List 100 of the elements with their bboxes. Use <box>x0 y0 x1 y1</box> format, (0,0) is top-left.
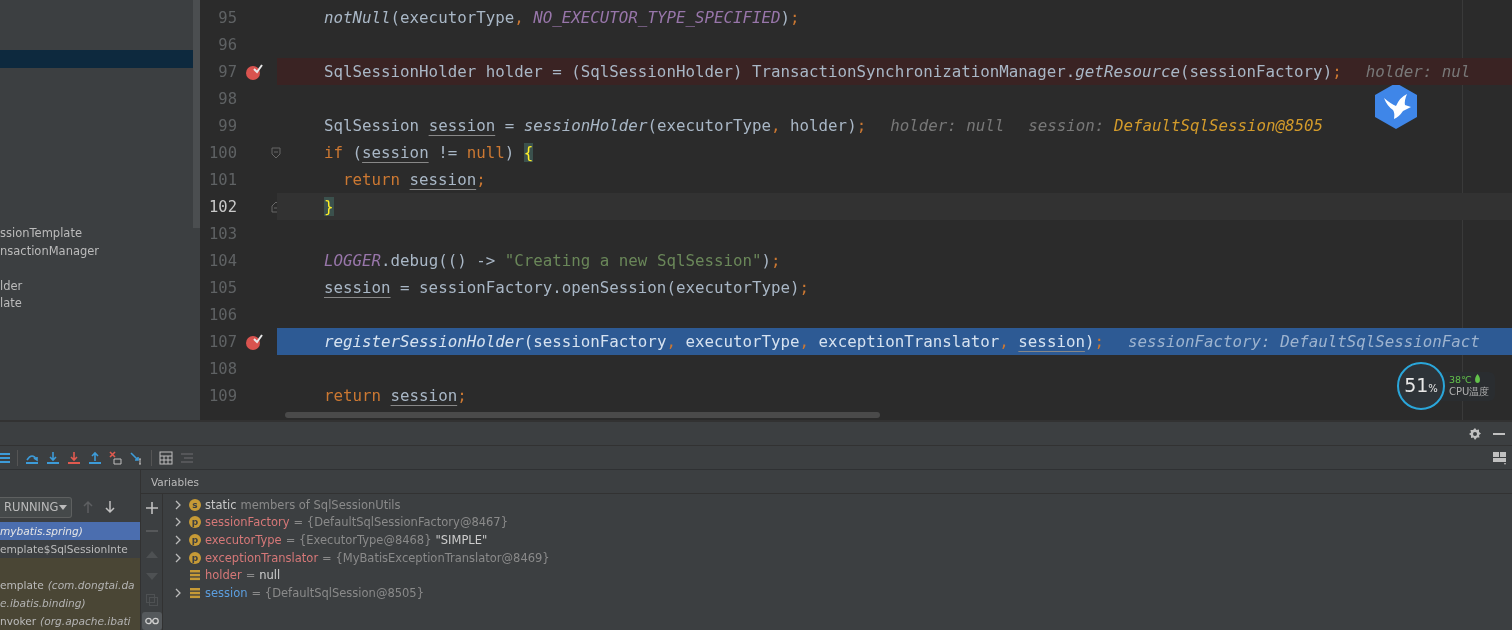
calculator-icon[interactable] <box>159 450 173 465</box>
keyword: return <box>324 386 383 405</box>
method-call: registerSessionHolder <box>324 332 524 351</box>
variable-name: session <box>205 585 248 600</box>
keyword: null <box>466 143 505 162</box>
field-icon: p <box>189 534 201 546</box>
down-arrow-icon[interactable] <box>104 500 116 514</box>
line-number: 96 <box>218 35 237 54</box>
inlay-hint: holder: null <box>890 116 1005 135</box>
punctuation: , <box>771 116 782 135</box>
variable-value: null <box>259 568 281 583</box>
line-number: 106 <box>209 305 237 324</box>
punctuation: ; <box>771 251 781 270</box>
stack-frame[interactable]: emplate (com.dongtai.da <box>0 576 140 594</box>
caret-icon <box>59 504 67 510</box>
cpu-widget[interactable]: 51% 38℃ CPU温度 <box>1397 362 1496 410</box>
scrollbar[interactable] <box>285 412 880 418</box>
stack-frame[interactable]: e.ibatis.binding) <box>0 594 140 612</box>
bird-app-icon[interactable] <box>1373 82 1419 130</box>
tree-item[interactable]: nsactionManager <box>0 242 193 260</box>
step-into-icon[interactable] <box>46 450 60 465</box>
inlay-value: DefaultSqlSessionFact <box>1280 332 1480 351</box>
string-literal: "Creating a new SqlSession" <box>504 251 762 270</box>
list-icon <box>180 450 194 465</box>
code-text: (executorType <box>390 8 515 27</box>
run-to-cursor-icon[interactable] <box>130 450 144 465</box>
code-text: ) <box>1084 332 1095 351</box>
punctuation: , <box>999 332 1010 351</box>
variable-name: holder <box>205 568 242 583</box>
inlay-hint: holder: nul <box>1365 62 1471 81</box>
code-text: ) <box>780 8 791 27</box>
line-number: 98 <box>218 89 237 108</box>
variable-value: = {DefaultSqlSession@8505} <box>251 585 424 600</box>
panel-title: Variables <box>151 475 199 488</box>
variable-value: "SIMPLE" <box>435 533 488 547</box>
punctuation: ; <box>856 116 867 135</box>
layout-icon[interactable] <box>1492 450 1508 465</box>
variable-value: = {MyBatisExceptionTranslator@8469} <box>322 550 550 565</box>
brace: { <box>523 143 534 162</box>
line-number: 100 <box>209 143 237 162</box>
line-number: 107 <box>209 332 237 351</box>
line-number: 97 <box>218 62 237 81</box>
field-icon: p <box>189 516 201 529</box>
scrollbar[interactable] <box>193 0 200 228</box>
selected-frame[interactable]: mybatis.spring) <box>0 522 140 540</box>
code-text: = <box>503 116 516 135</box>
code-text: holder) <box>790 116 857 135</box>
variable: session <box>428 116 496 135</box>
settings-icon[interactable] <box>1468 426 1482 441</box>
tree-item[interactable]: lder <box>0 277 193 295</box>
thread-dropdown[interactable]: RUNNING <box>0 496 72 518</box>
code-text: executorType <box>685 332 800 351</box>
inlay-value: DefaultSqlSession@8505 <box>1113 116 1324 135</box>
inlay-hint: session: <box>1028 116 1105 135</box>
method-call: sessionHolder <box>523 116 648 135</box>
tree-item[interactable]: late <box>0 295 193 313</box>
variable-value: = <box>245 568 256 583</box>
code-text: ) <box>761 251 772 270</box>
code-text: = sessionFactory.openSession(executorType) <box>399 278 800 297</box>
add-icon[interactable] <box>145 501 158 514</box>
variable: session <box>409 170 477 189</box>
variable-name: exceptionTranslator <box>205 550 319 565</box>
method-call: getResource <box>1075 62 1180 81</box>
constant: NO_EXECUTOR_TYPE_SPECIFIED <box>533 8 781 27</box>
variable-name: executorType <box>205 533 282 547</box>
menu-icon[interactable] <box>0 450 10 465</box>
keyword: return <box>343 170 402 189</box>
line-number: 108 <box>209 359 237 378</box>
variable-name: sessionFactory <box>205 515 290 530</box>
punctuation: ; <box>1332 62 1342 81</box>
glasses-icon <box>144 617 159 625</box>
cpu-usage: 51 <box>1404 374 1429 396</box>
variable: session <box>1018 332 1085 351</box>
stack-frame[interactable]: emplate$SqlSessionInte <box>0 540 140 558</box>
field-icon: p <box>189 551 201 564</box>
code-text: .debug(() -> <box>381 251 497 270</box>
breakpoint-icon[interactable] <box>244 332 263 351</box>
punctuation: , <box>799 332 811 351</box>
code-text: ) <box>504 143 516 162</box>
drop-frame-icon[interactable] <box>109 450 123 465</box>
local-variable-icon <box>189 586 201 599</box>
fold-start-icon[interactable] <box>271 146 281 159</box>
punctuation: ; <box>790 8 800 27</box>
watches-toggle[interactable] <box>141 612 162 630</box>
line-number: 109 <box>209 386 237 405</box>
local-variable-icon <box>189 569 201 582</box>
code-text: (sessionFactory) <box>1179 62 1333 81</box>
static-field: LOGGER <box>324 251 382 270</box>
step-out-icon[interactable] <box>88 450 102 465</box>
breakpoint-icon[interactable] <box>244 62 263 81</box>
force-step-into-icon[interactable] <box>67 450 81 465</box>
static-icon: s <box>189 498 201 511</box>
punctuation: ; <box>799 278 810 297</box>
tree-item[interactable]: ssionTemplate <box>0 225 193 243</box>
line-number: 105 <box>209 278 237 297</box>
stack-frame[interactable]: nvoker (org.apache.ibati <box>0 612 140 630</box>
variable: session <box>324 278 391 297</box>
code-text: (executorType <box>647 116 772 135</box>
punctuation: ; <box>457 386 467 405</box>
up-arrow-icon <box>82 500 94 514</box>
